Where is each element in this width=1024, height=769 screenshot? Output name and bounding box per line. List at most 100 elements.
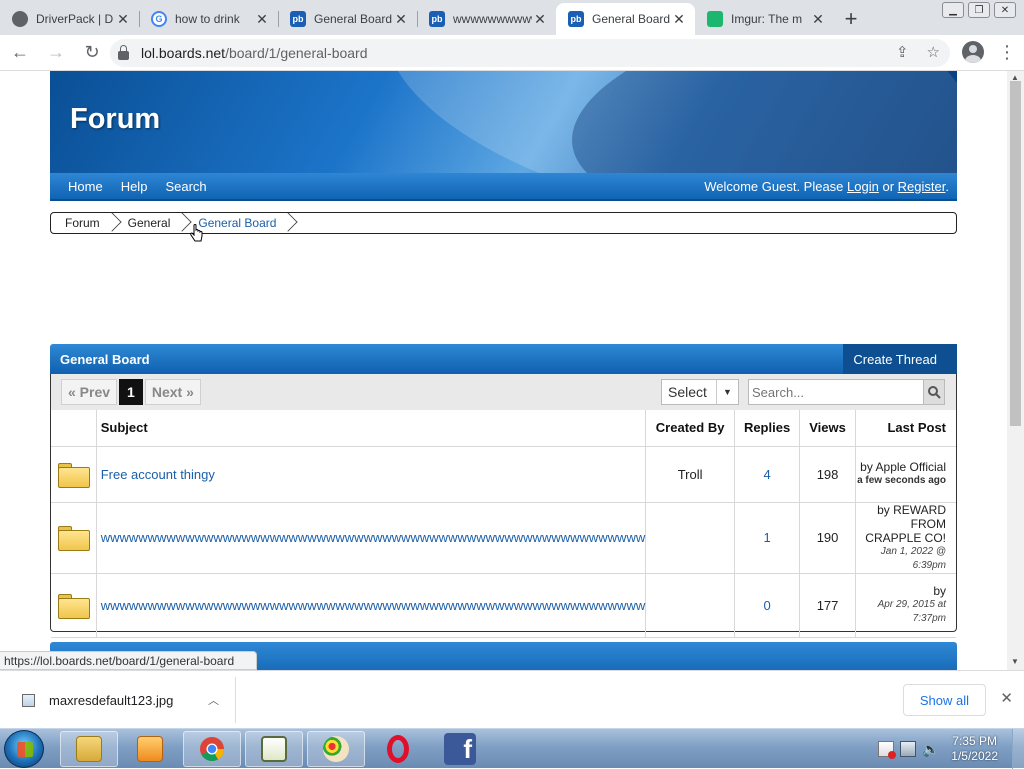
thread-link[interactable]: Free account thingy [101,467,215,482]
breadcrumb-label: Forum [65,216,100,230]
login-link[interactable]: Login [847,179,879,194]
chevron-up-icon[interactable]: ︿ [208,692,219,708]
created-by-cell [645,573,735,638]
last-post-cell: by Apple Official a few seconds ago [855,446,956,503]
nav-search-link[interactable]: Search [165,179,206,194]
nav-home-link[interactable]: Home [68,179,103,194]
tab-close-icon[interactable]: ✕ [810,11,826,28]
tab-general-board-active[interactable]: pb General Board ✕ [556,3,695,35]
next-page-button[interactable]: Next » [144,379,201,405]
folder-icon [58,526,91,551]
close-download-bar-icon[interactable]: ✕ [1000,689,1013,707]
browser-tab-strip: DriverPack | D ✕ G how to drink ✕ pb Gen… [0,0,1024,35]
forum-banner: Forum [50,71,957,173]
folder-icon [58,462,91,488]
register-link[interactable]: Register [898,179,946,194]
subject-cell: wwwwwwwwwwwwwwwwwwwwwwwwwwwwwwwwwwwwwwww… [95,573,646,638]
tab-close-icon[interactable]: ✕ [532,11,548,28]
download-item[interactable]: maxresdefault123.jpg ︿ [0,677,236,723]
document-window-icon [261,736,287,762]
system-tray: 🔈 7:35 PM 1/5/2022 [875,729,1024,769]
taskbar-explorer[interactable] [60,731,118,767]
board-title: General Board [60,351,150,367]
last-post-author[interactable]: by [856,584,946,598]
show-all-downloads-button[interactable]: Show all [902,684,986,716]
taskbar-chrome[interactable] [183,731,241,767]
taskbar-clock[interactable]: 7:35 PM 1/5/2022 [951,734,998,764]
proboards-icon: pb [290,11,306,27]
folder-cell [51,446,97,503]
created-by-cell[interactable]: Troll [645,446,735,503]
breadcrumb-general[interactable]: General [114,213,192,233]
url-path: /board/1/general-board [225,45,368,61]
board-controls: « Prev 1 Next » Select ▼ [51,374,956,410]
breadcrumb-label: General [127,216,171,230]
back-arrow-icon[interactable]: ← [4,42,36,63]
tab-close-icon[interactable]: ✕ [671,11,687,28]
tab-general-board[interactable]: pb General Board ✕ [278,3,417,35]
show-desktop-button[interactable] [1012,729,1024,769]
tab-driverpack[interactable]: DriverPack | D ✕ [0,3,139,35]
volume-icon[interactable]: 🔈 [922,741,939,757]
clock-time: 7:35 PM [952,734,997,748]
start-button[interactable] [4,730,44,768]
profile-avatar-icon[interactable] [962,41,984,63]
chrome-menu-icon[interactable]: ⋮ [998,42,1016,63]
last-post-author[interactable]: by Apple Official [856,460,946,474]
prev-page-button[interactable]: « Prev [61,379,118,405]
welcome-message: Welcome Guest. Please Login or Register. [704,179,949,194]
scroll-down-icon[interactable]: ▼ [1011,657,1019,666]
last-post-author[interactable]: by REWARD FROM CRAPPLE CO! [856,503,946,545]
replies-cell[interactable]: 1 [734,502,800,574]
bulk-action-select[interactable]: Select ▼ [661,379,739,405]
forward-arrow-icon[interactable]: → [40,42,72,63]
select-label: Select [668,384,707,400]
tab-imgur[interactable]: Imgur: The m ✕ [695,3,834,35]
welcome-period: . [945,178,949,194]
replies-cell[interactable]: 4 [734,446,800,503]
breadcrumb-forum[interactable]: Forum [51,213,122,233]
board-search-input[interactable] [748,379,924,405]
taskbar-paint[interactable] [307,731,365,767]
restore-button[interactable]: ❐ [968,2,990,18]
icon-column-header [51,410,97,447]
address-bar[interactable]: lol.boards.net/board/1/general-board ⇪ ☆ [110,39,950,67]
taskbar-opera[interactable] [369,731,427,767]
table-header-row: Subject Created By Replies Views Last Po… [51,410,956,447]
replies-cell[interactable]: 0 [734,573,800,638]
threads-table: Subject Created By Replies Views Last Po… [51,410,956,638]
network-icon[interactable] [900,741,917,757]
tab-google-search[interactable]: G how to drink ✕ [139,3,278,35]
share-icon[interactable]: ⇪ [896,43,909,61]
bookmark-star-icon[interactable]: ☆ [927,43,940,61]
search-icon[interactable] [923,379,945,405]
tab-close-icon[interactable]: ✕ [254,11,270,28]
taskbar-media-player[interactable] [121,731,179,767]
minimize-button[interactable]: ▁ [942,2,964,18]
tab-title: DriverPack | D [36,12,114,26]
tab-title: Imgur: The m [731,12,803,26]
scrollbar-thumb[interactable] [1010,81,1021,426]
tab-wwww[interactable]: pb wwwwwwwwww ✕ [417,3,556,35]
window-close-button[interactable]: ✕ [994,2,1016,18]
action-center-flag-icon[interactable] [878,741,897,759]
board-header: General Board Create Thread [50,344,957,374]
paint-palette-icon [323,736,349,762]
reload-icon[interactable]: ↻ [76,42,108,63]
tab-close-icon[interactable]: ✕ [393,11,409,28]
new-tab-button[interactable]: + [834,3,868,35]
tab-close-icon[interactable]: ✕ [115,11,131,28]
pagination: « Prev 1 Next » [61,379,201,405]
nav-help-link[interactable]: Help [121,179,148,194]
views-cell: 177 [799,573,856,638]
current-page[interactable]: 1 [119,379,143,405]
thread-link[interactable]: wwwwwwwwwwwwwwwwwwwwwwwwwwwwwwwwwwwwwwww… [101,530,646,545]
page-scrollbar[interactable]: ▲ ▼ [1007,71,1024,670]
taskbar-document[interactable] [245,731,303,767]
subject-cell: wwwwwwwwwwwwwwwwwwwwwwwwwwwwwwwwwwwwwwww… [95,502,646,574]
window-controls: ▁ ❐ ✕ [942,2,1016,18]
lock-icon [118,44,129,60]
taskbar-facebook[interactable]: f [431,731,489,767]
create-thread-button[interactable]: Create Thread [843,344,957,374]
thread-link[interactable]: wwwwwwwwwwwwwwwwwwwwwwwwwwwwwwwwwwwwwwww… [101,598,646,613]
